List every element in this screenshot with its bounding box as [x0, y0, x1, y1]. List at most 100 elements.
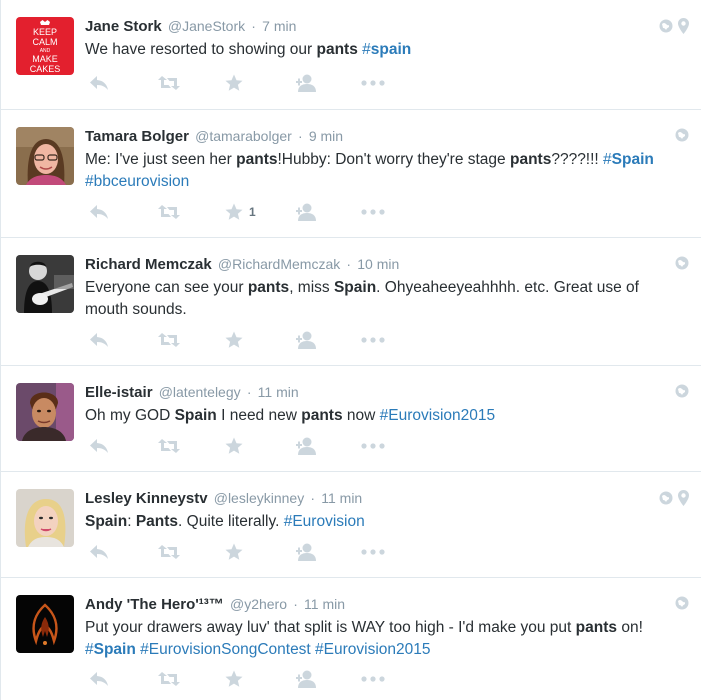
highlighted-term: pants — [236, 151, 278, 168]
author-handle[interactable]: @tamarabolger — [195, 128, 292, 144]
author-handle[interactable]: @lesleykinney — [214, 490, 304, 506]
separator: · — [251, 18, 256, 34]
timestamp[interactable]: 9 min — [309, 128, 343, 144]
hashtag-link[interactable]: #Eurovision2015 — [380, 407, 495, 424]
more-button[interactable] — [361, 436, 429, 456]
reply-icon — [90, 439, 108, 453]
follow-button[interactable] — [293, 73, 361, 93]
favorite-button[interactable] — [225, 330, 293, 350]
reply-button[interactable] — [89, 436, 157, 456]
hashtag-link[interactable]: Spain — [612, 151, 654, 168]
follow-button[interactable] — [293, 669, 361, 689]
tweet[interactable]: Andy 'The Hero'¹³™ @y2hero · 11 min Put … — [1, 578, 701, 700]
highlighted-term: Spain — [333, 279, 377, 296]
globe-icon[interactable] — [675, 384, 689, 403]
author-handle[interactable]: @JaneStork — [168, 18, 245, 34]
author-handle[interactable]: @RichardMemczak — [218, 256, 340, 272]
favorite-button[interactable] — [225, 436, 293, 456]
tweet[interactable]: Richard Memczak @RichardMemczak · 10 min… — [1, 238, 701, 366]
follow-button[interactable] — [293, 202, 361, 222]
retweet-button[interactable] — [157, 436, 225, 456]
tweet[interactable]: Tamara Bolger @tamarabolger · 9 min Me: … — [1, 110, 701, 238]
author-name[interactable]: Andy 'The Hero'¹³™ — [85, 596, 224, 613]
avatar[interactable] — [16, 383, 74, 441]
highlighted-term: pants — [575, 619, 618, 636]
avatar[interactable] — [16, 489, 74, 547]
hashtag-link[interactable]: #Eurovision — [284, 513, 365, 530]
favorite-button[interactable] — [225, 542, 293, 562]
tweet-text: Oh my GOD Spain I need new pants now #Eu… — [85, 407, 496, 424]
retweet-button[interactable] — [157, 542, 225, 562]
more-button[interactable] — [361, 202, 429, 222]
avatar[interactable] — [16, 255, 74, 313]
tweet[interactable]: Elle-istair @latentelegy · 11 min Oh my … — [1, 366, 701, 472]
hashtag-link[interactable]: spain — [371, 41, 411, 58]
follow-icon — [296, 543, 316, 561]
avatar-line: KEEP — [33, 27, 57, 37]
follow-button[interactable] — [293, 436, 361, 456]
highlighted-term: pants — [316, 41, 358, 58]
globe-icon[interactable] — [675, 596, 689, 615]
hashtag-link[interactable]: # — [603, 151, 612, 168]
favorite-button[interactable]: 1 — [225, 202, 293, 222]
timestamp[interactable]: 11 min — [258, 384, 299, 400]
follow-icon — [296, 74, 316, 92]
retweet-button[interactable] — [157, 669, 225, 689]
keep-calm-avatar: KEEP CALM AND MAKE CAKES — [16, 17, 74, 75]
tweet-timeline: KEEP CALM AND MAKE CAKES Jane Stork @Jan… — [0, 0, 701, 700]
tweet[interactable]: KEEP CALM AND MAKE CAKES Jane Stork @Jan… — [1, 0, 701, 110]
reply-icon — [90, 205, 108, 219]
reply-button[interactable] — [89, 330, 157, 350]
highlighted-term: Spain — [174, 407, 217, 424]
globe-icon[interactable] — [675, 256, 689, 275]
more-button[interactable] — [361, 73, 429, 93]
favorite-button[interactable] — [225, 73, 293, 93]
reply-button[interactable] — [89, 73, 157, 93]
retweet-icon — [158, 76, 180, 90]
retweet-button[interactable] — [157, 330, 225, 350]
author-name[interactable]: Tamara Bolger — [85, 128, 189, 145]
timestamp[interactable]: 11 min — [304, 596, 345, 612]
author-name[interactable]: Lesley Kinneystv — [85, 490, 208, 507]
globe-icon[interactable] — [675, 128, 689, 147]
more-button[interactable] — [361, 669, 429, 689]
hashtag-link[interactable]: Spain — [94, 641, 136, 658]
favorite-icon — [225, 203, 243, 220]
more-button[interactable] — [361, 330, 429, 350]
more-button[interactable] — [361, 542, 429, 562]
hashtag-link[interactable]: #EurovisionSongContest #Eurovision2015 — [136, 641, 430, 658]
author-name[interactable]: Jane Stork — [85, 18, 162, 35]
globe-icon[interactable] — [659, 19, 673, 38]
avatar[interactable] — [16, 127, 74, 185]
author-handle[interactable]: @latentelegy — [159, 384, 241, 400]
favorite-icon — [225, 670, 243, 687]
author-name[interactable]: Elle-istair — [85, 384, 153, 401]
retweet-icon — [158, 672, 180, 686]
timestamp[interactable]: 10 min — [357, 256, 399, 272]
follow-button[interactable] — [293, 330, 361, 350]
author-name[interactable]: Richard Memczak — [85, 256, 212, 273]
tweet[interactable]: Lesley Kinneystv @lesleykinney · 11 min … — [1, 472, 701, 578]
avatar[interactable]: KEEP CALM AND MAKE CAKES — [16, 17, 74, 75]
retweet-icon — [158, 333, 180, 347]
reply-button[interactable] — [89, 202, 157, 222]
hashtag-link[interactable]: # — [85, 641, 94, 658]
avatar[interactable] — [16, 595, 74, 653]
timestamp[interactable]: 11 min — [321, 490, 362, 506]
retweet-button[interactable] — [157, 73, 225, 93]
reply-button[interactable] — [89, 669, 157, 689]
hashtag-link[interactable]: #bbceurovision — [85, 173, 189, 190]
highlighted-term: pants — [509, 151, 552, 168]
hashtag-link[interactable]: # — [362, 41, 371, 58]
reply-button[interactable] — [89, 542, 157, 562]
reply-icon — [90, 76, 108, 90]
follow-button[interactable] — [293, 542, 361, 562]
location-pin-icon[interactable] — [678, 18, 689, 39]
retweet-button[interactable] — [157, 202, 225, 222]
favorite-button[interactable] — [225, 669, 293, 689]
follow-icon — [296, 670, 316, 688]
timestamp[interactable]: 7 min — [262, 18, 296, 34]
author-handle[interactable]: @y2hero — [230, 596, 287, 612]
location-pin-icon[interactable] — [678, 490, 689, 511]
globe-icon[interactable] — [659, 491, 673, 510]
